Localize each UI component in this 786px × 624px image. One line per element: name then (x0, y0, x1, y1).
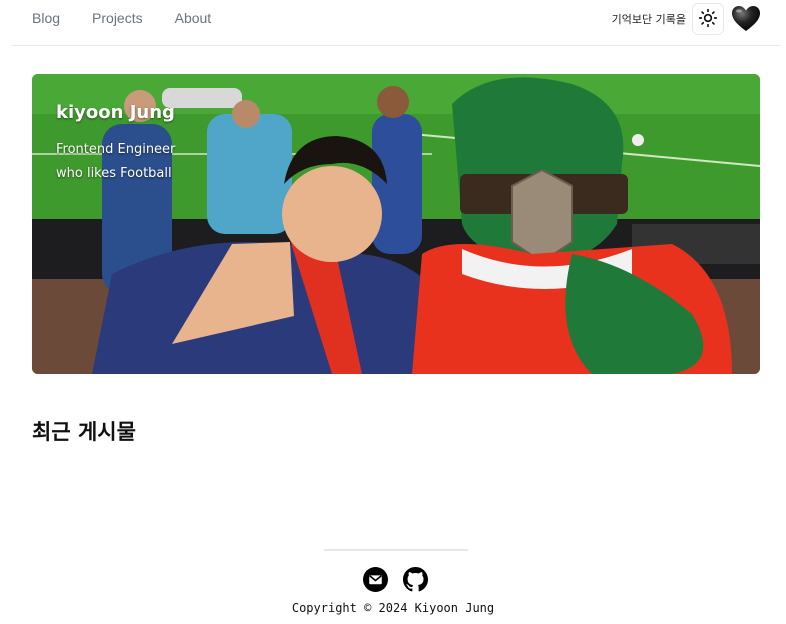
hero-subtitle-line-1: Frontend Engineer (56, 142, 176, 157)
github-icon[interactable] (403, 567, 428, 592)
header-actions: 기억보단 기록을 (612, 3, 762, 35)
recent-posts-title: 최근 게시물 (32, 420, 136, 444)
sun-icon (698, 8, 718, 31)
copyright-text: Copyright © 2024 Kiyoon Jung (291, 601, 495, 615)
site-header: Blog Projects About 기억보단 기록을 (12, 0, 780, 46)
nav-link-blog[interactable]: Blog (32, 10, 60, 26)
hero-banner: kiyoon Jung Frontend Engineer who likes … (32, 74, 760, 374)
site-tagline: 기억보단 기록을 (611, 13, 686, 26)
footer-divider (324, 549, 468, 551)
nav-link-about[interactable]: About (175, 10, 212, 26)
footer-social-links (363, 567, 428, 592)
nav-link-projects[interactable]: Projects (92, 10, 143, 26)
hero-subtitle: Frontend Engineer who likes Football (56, 138, 175, 186)
heart-icon[interactable] (730, 3, 762, 35)
hero-name: kiyoon Jung (56, 102, 175, 123)
hero-subtitle-line-2: who likes Football (56, 166, 172, 181)
theme-toggle-button[interactable] (692, 3, 724, 35)
mail-icon[interactable] (363, 567, 388, 592)
main-nav: Blog Projects About (32, 10, 211, 26)
